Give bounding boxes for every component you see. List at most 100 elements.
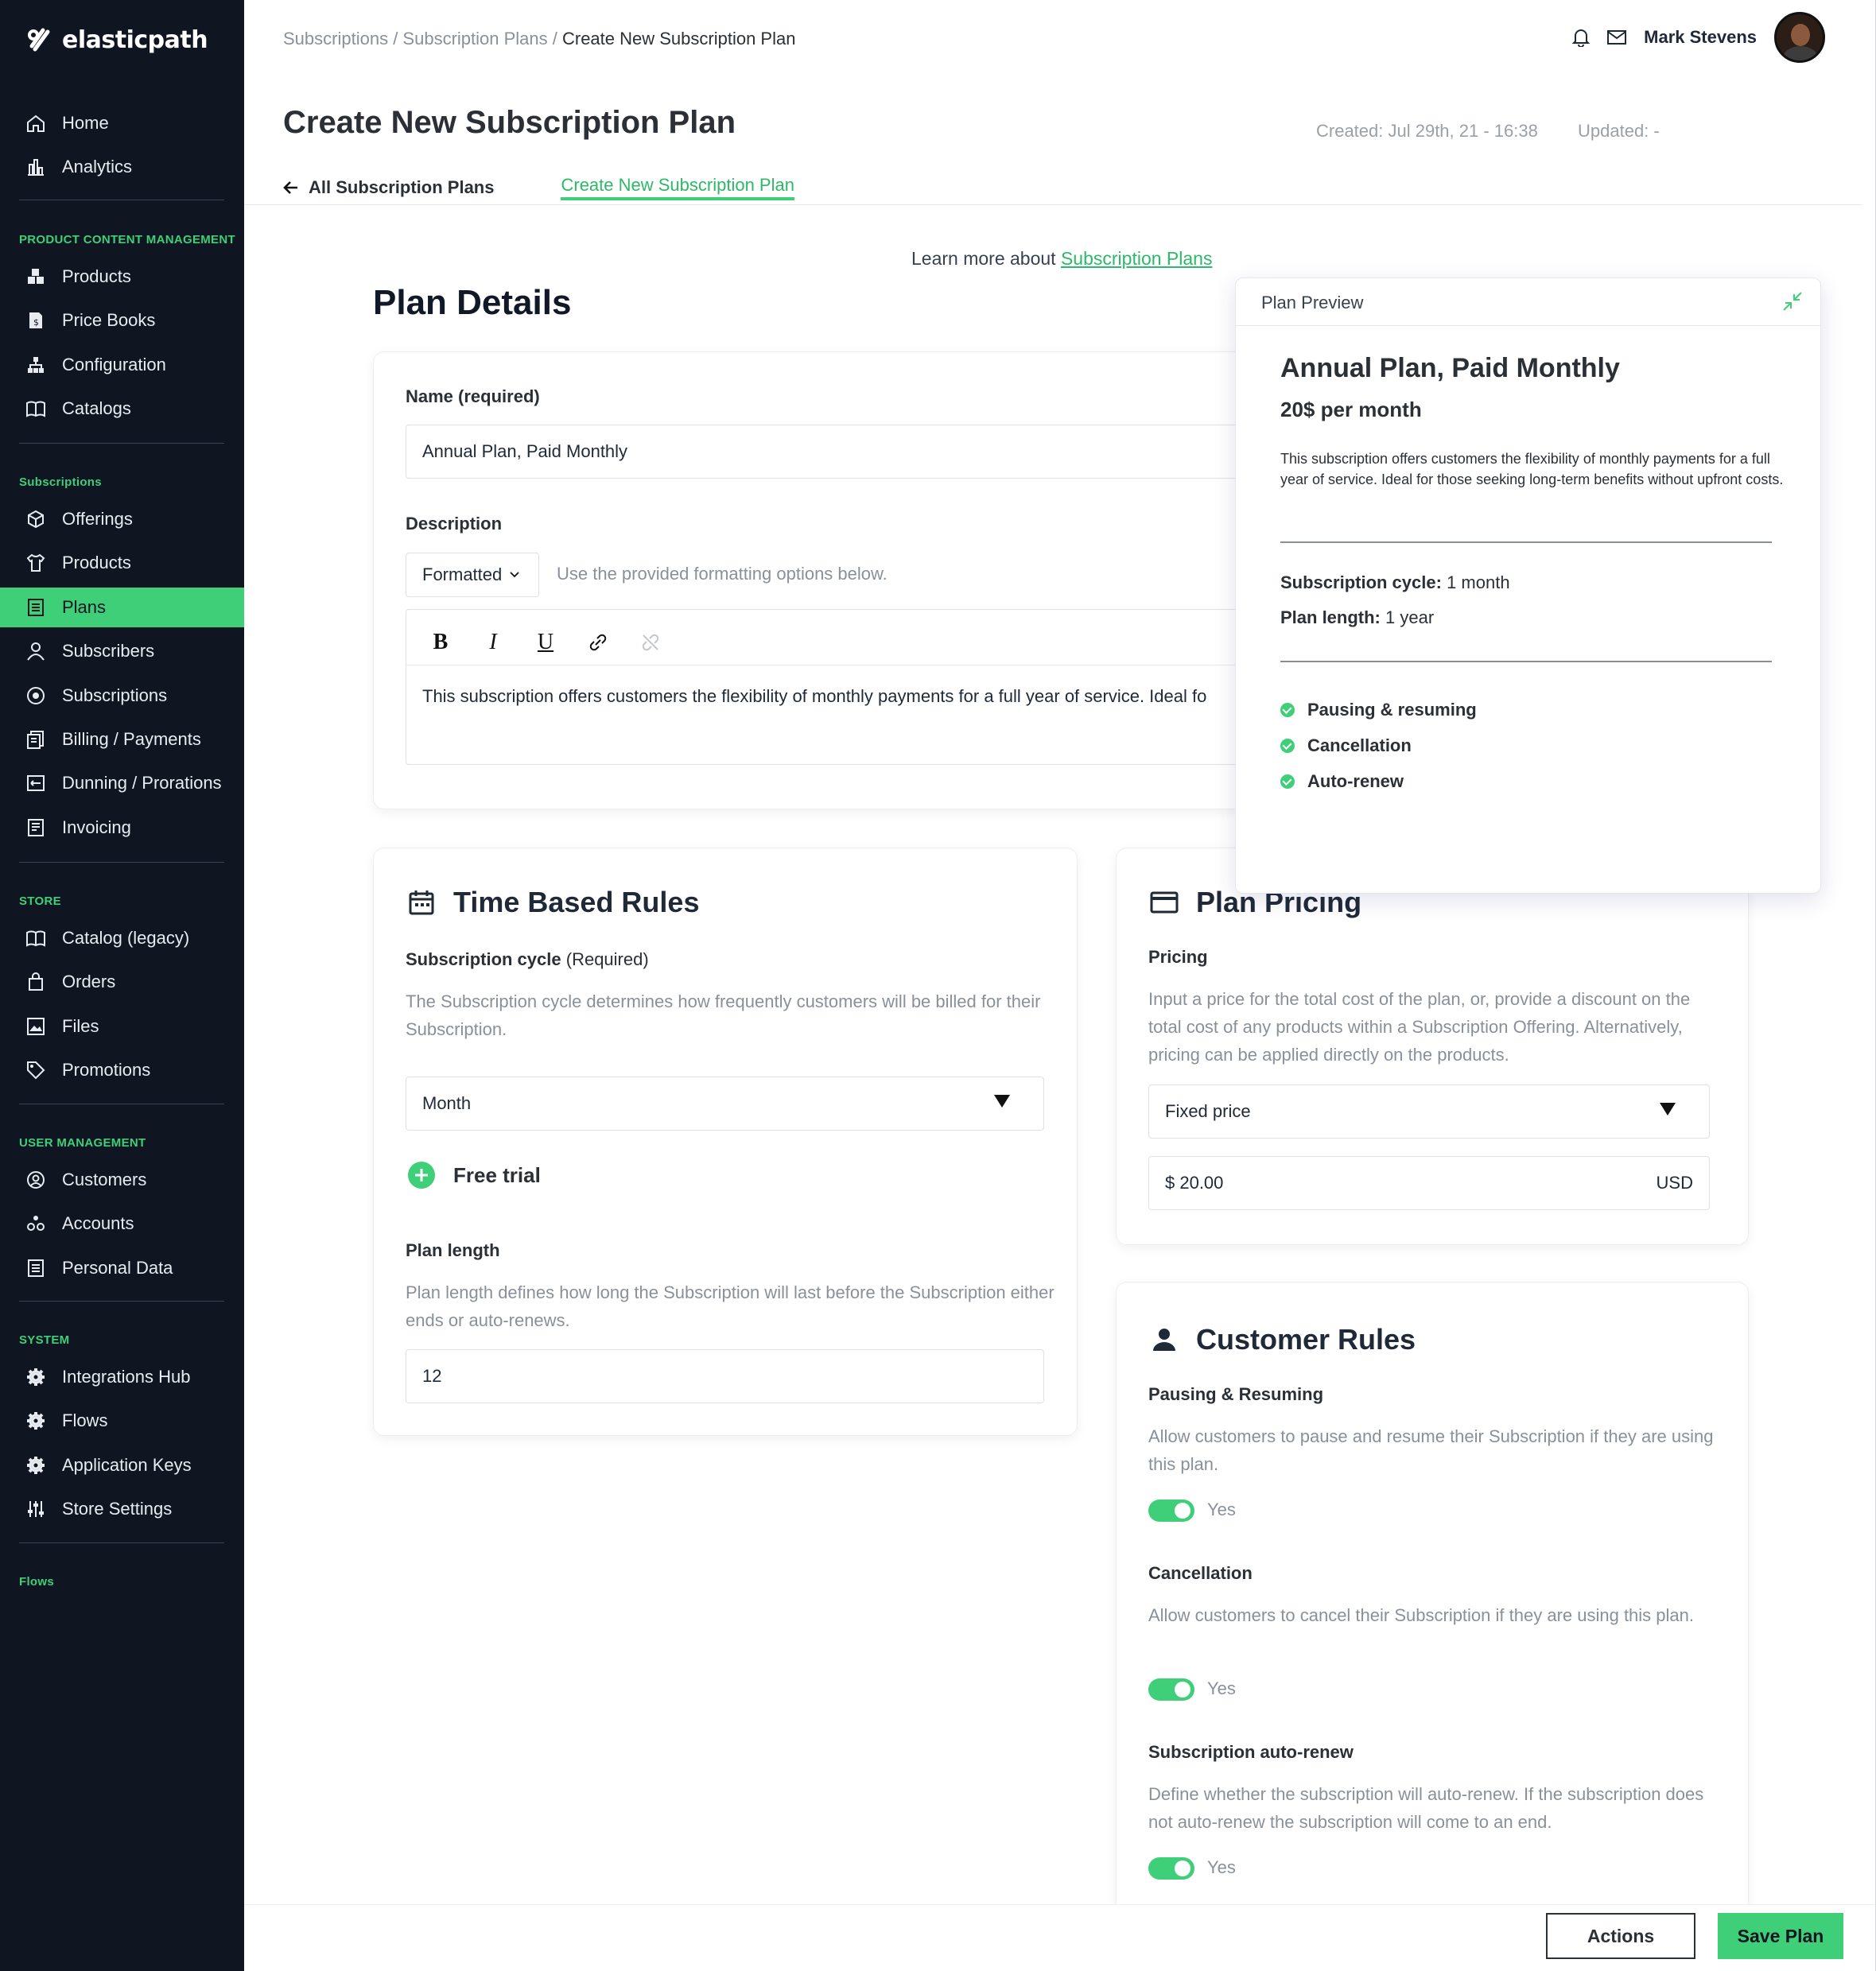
avatar[interactable]: [1774, 12, 1825, 63]
breadcrumb-subscriptions[interactable]: Subscriptions: [283, 29, 388, 48]
sidebar-item-label: Application Keys: [62, 1454, 192, 1475]
user-circle-icon: [25, 1170, 46, 1190]
breadcrumb: Subscriptions / Subscription Plans / Cre…: [283, 29, 796, 48]
time-rules-title-text: Time Based Rules: [453, 886, 700, 918]
pricing-label: Pricing: [1148, 947, 1208, 967]
customer-rules-title-text: Customer Rules: [1196, 1323, 1416, 1356]
preview-feature-label: Cancellation: [1307, 735, 1412, 755]
sidebar-item-label: Billing / Payments: [62, 729, 201, 749]
bell-icon[interactable]: [1572, 28, 1591, 47]
sidebar-item-label: Accounts: [62, 1213, 134, 1234]
sidebar-item-customers[interactable]: Customers: [0, 1160, 244, 1200]
cycle-required: (Required): [565, 949, 649, 969]
sidebar-item-invoicing[interactable]: Invoicing: [0, 808, 244, 848]
sidebar-item-label: Subscriptions: [62, 685, 168, 705]
length-help: Plan length defines how long the Subscri…: [406, 1282, 1055, 1330]
pause-toggle[interactable]: [1148, 1500, 1194, 1522]
length-input[interactable]: 12: [406, 1349, 1044, 1403]
sidebar-item-configuration[interactable]: Configuration: [0, 345, 244, 385]
person-icon: [1153, 1329, 1175, 1351]
preview-feature-label: Auto-renew: [1307, 771, 1404, 791]
sidebar-section-title: SYSTEM: [19, 1333, 70, 1347]
tag-icon: [25, 1060, 46, 1081]
collapse-icon[interactable]: [1782, 291, 1803, 312]
bold-icon[interactable]: B: [421, 625, 460, 660]
shirt-icon: [25, 553, 46, 573]
sidebar-item-home[interactable]: Home: [0, 103, 244, 143]
sidebar-item-label: Products: [62, 553, 131, 573]
sidebar-item-analytics[interactable]: Analytics: [0, 147, 244, 187]
learn-more-link[interactable]: Subscription Plans: [1061, 248, 1213, 269]
sidebar-item-promotions[interactable]: Promotions: [0, 1050, 244, 1090]
italic-icon[interactable]: I: [474, 625, 512, 660]
name-label: Name (required): [406, 386, 540, 407]
sidebar-item-personal-data[interactable]: Personal Data: [0, 1248, 244, 1288]
sidebar-item-subscriptions[interactable]: Subscriptions: [0, 676, 244, 716]
length-label: Plan length: [406, 1240, 500, 1260]
price-input[interactable]: $ 20.00 USD: [1148, 1156, 1710, 1210]
sidebar-item-plans[interactable]: Plans: [0, 587, 244, 627]
name-input[interactable]: Annual Plan, Paid Monthly: [406, 425, 1249, 479]
time-rules-card: [373, 848, 1078, 1436]
sidebar-section-title: Flows: [19, 1575, 55, 1589]
sidebar-item-files[interactable]: Files: [0, 1007, 244, 1046]
preview-feature-label: Pausing & resuming: [1307, 700, 1477, 720]
pricing-type-select[interactable]: Fixed price: [1148, 1084, 1710, 1139]
gear-icon: [25, 1410, 46, 1431]
sidebar-item-offerings[interactable]: Offerings: [0, 499, 244, 539]
sidebar-item-catalog-legacy[interactable]: Catalog (legacy): [0, 918, 244, 958]
sidebar-item-catalogs[interactable]: Catalogs: [0, 389, 244, 429]
sidebar-item-products[interactable]: Products: [0, 543, 244, 583]
chevron-down-icon: [510, 572, 519, 578]
sidebar-item-products[interactable]: Products: [0, 257, 244, 297]
sidebar-item-price-books[interactable]: $ Price Books: [0, 301, 244, 340]
mail-icon[interactable]: [1607, 29, 1627, 45]
sidebar-item-orders[interactable]: Orders: [0, 962, 244, 1002]
analytics-icon: [25, 157, 46, 177]
cycle-select[interactable]: Month: [406, 1077, 1044, 1131]
learn-more-prefix: Learn more about: [911, 248, 1061, 269]
sidebar-item-subscribers[interactable]: Subscribers: [0, 631, 244, 671]
cycle-icon: [25, 685, 46, 706]
sidebar-item-accounts[interactable]: Accounts: [0, 1204, 244, 1244]
sidebar-item-label: Personal Data: [62, 1257, 173, 1278]
unlink-icon[interactable]: [631, 625, 670, 660]
breadcrumb-plans[interactable]: Subscription Plans: [402, 29, 547, 48]
cancel-label: Cancellation: [1148, 1563, 1253, 1583]
renew-toggle-label: Yes: [1207, 1857, 1236, 1877]
sidebar-item-label: Integrations Hub: [62, 1367, 191, 1387]
tab-create-plan[interactable]: Create New Subscription Plan: [561, 175, 794, 200]
sidebar-item-flows[interactable]: Flows: [0, 1401, 244, 1441]
svg-text:$: $: [33, 317, 39, 328]
cycle-select-value: Month: [422, 1093, 472, 1113]
sidebar-item-integrations-hub[interactable]: Integrations Hub: [0, 1357, 244, 1397]
invoice-icon: [25, 817, 46, 838]
user-name[interactable]: Mark Stevens: [1644, 27, 1757, 48]
logo[interactable]: elasticpath: [25, 25, 208, 54]
gear-icon: [25, 1367, 46, 1387]
bag-icon: [25, 972, 46, 992]
preview-length-value: 1 year: [1380, 607, 1435, 627]
save-plan-button[interactable]: Save Plan: [1718, 1913, 1843, 1959]
sidebar-item-label: Analytics: [62, 157, 133, 177]
preview-title: Plan Preview: [1261, 293, 1364, 312]
free-trial-toggle[interactable]: Free trial: [407, 1161, 541, 1189]
tab-all-plans[interactable]: All Subscription Plans: [283, 175, 494, 200]
sidebar-item-application-keys[interactable]: Application Keys: [0, 1445, 244, 1485]
sidebar-item-dunning-prorations[interactable]: Dunning / Prorations: [0, 763, 244, 803]
sidebar-item-store-settings[interactable]: Store Settings: [0, 1489, 244, 1529]
cancel-toggle[interactable]: [1148, 1678, 1194, 1701]
sidebar-item-billing-payments[interactable]: Billing / Payments: [0, 720, 244, 759]
link-icon[interactable]: [579, 625, 617, 660]
actions-button[interactable]: Actions: [1546, 1913, 1695, 1959]
renew-toggle[interactable]: [1148, 1857, 1194, 1880]
preview-feature: Cancellation: [1280, 735, 1412, 756]
underline-icon[interactable]: U: [526, 625, 565, 660]
tab-divider: [244, 204, 1862, 205]
sidebar: elasticpath Home Analytics PRODUCT CONTENT…: [0, 0, 244, 1971]
pause-help: Allow customers to pause and resume thei…: [1148, 1426, 1714, 1474]
accounts-icon: [25, 1213, 46, 1234]
page-title: Create New Subscription Plan: [283, 105, 736, 140]
format-select[interactable]: Formatted: [406, 553, 539, 597]
preview-length-key: Plan length:: [1280, 607, 1381, 627]
